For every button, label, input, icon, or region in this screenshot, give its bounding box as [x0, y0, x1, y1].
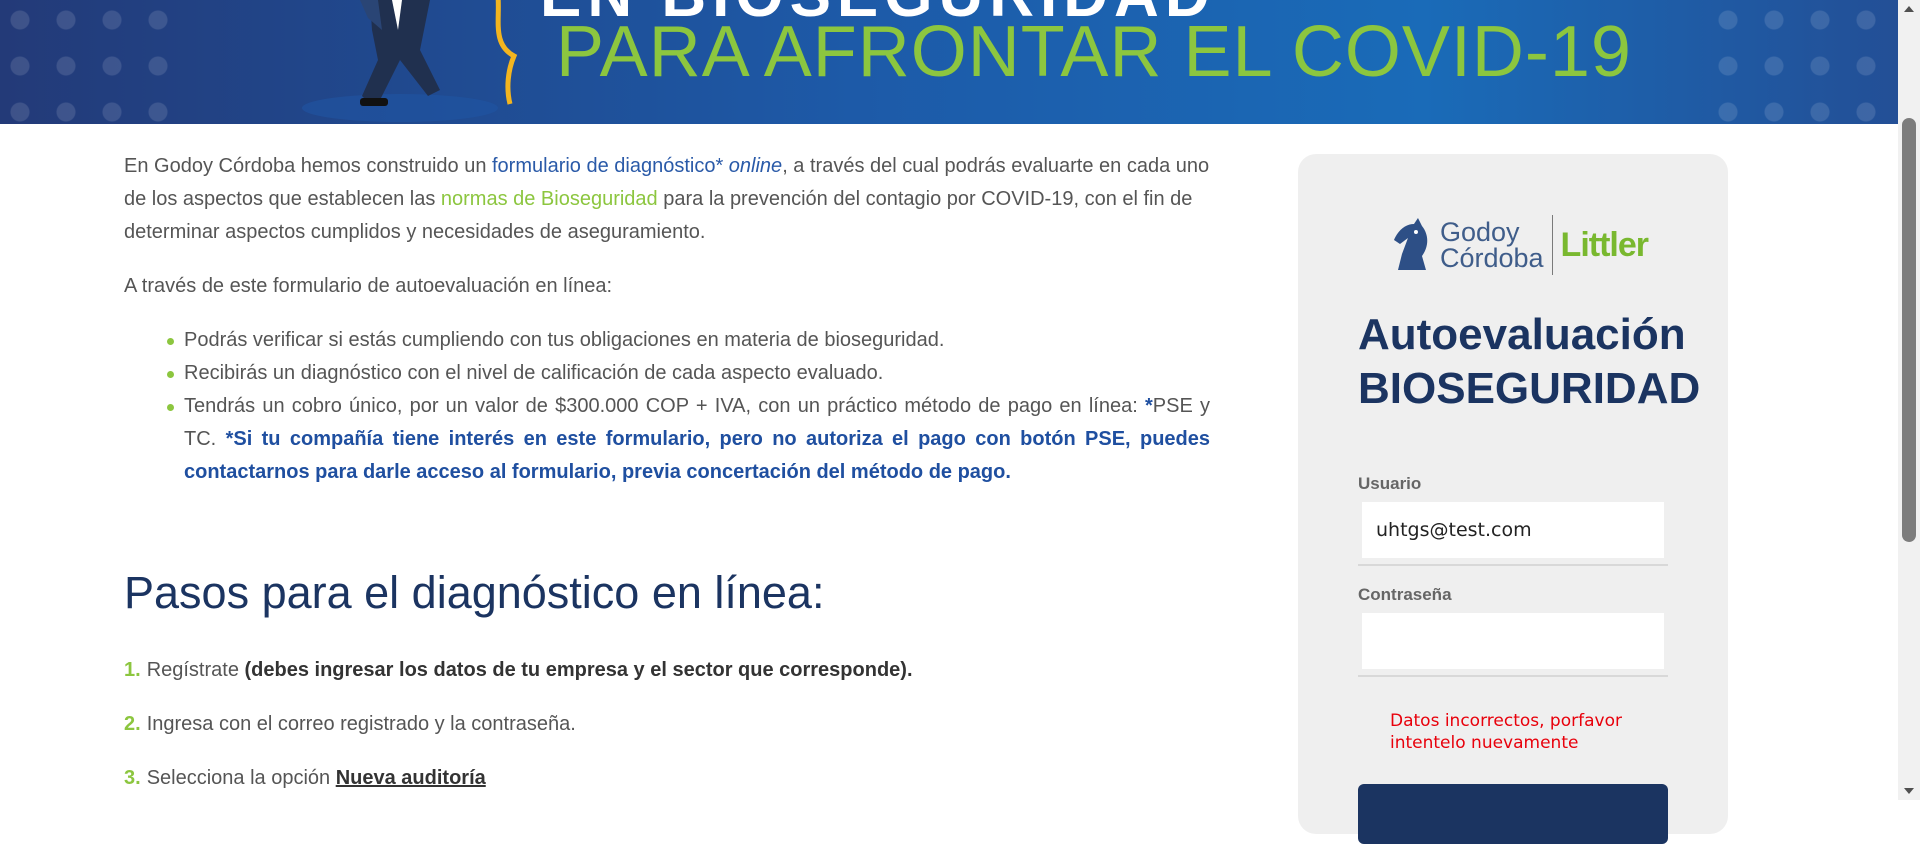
main-content: En Godoy Córdoba hemos construido un for… — [124, 150, 1210, 816]
diagnostic-form-link[interactable]: formulario de diagnóstico* online — [492, 155, 782, 177]
logo-divider — [1551, 215, 1553, 275]
login-button[interactable] — [1358, 784, 1668, 844]
scroll-up-arrow-icon[interactable] — [1904, 6, 1914, 12]
businessman-illustration — [302, 0, 518, 122]
step-number: 2. — [124, 713, 141, 735]
list-item: Recibirás un diagnóstico con el nivel de… — [167, 357, 1210, 390]
panel-title-line-2: BIOSEGURIDAD — [1358, 364, 1701, 413]
password-input[interactable] — [1362, 613, 1664, 669]
username-label: Usuario — [1358, 474, 1422, 493]
username-input[interactable] — [1362, 502, 1664, 558]
register-link[interactable]: Regístrate — [147, 659, 245, 681]
payment-text: Tendrás un cobro único, por un valor de … — [184, 395, 1145, 417]
panel-title: Autoevaluación BIOSEGURIDAD — [1358, 308, 1700, 416]
logo-line-1: Godoy — [1439, 217, 1520, 247]
payment-note: *Si tu compañía tiene interés en este fo… — [184, 428, 1211, 483]
step-bold-text: (debes ingresar los datos de tu empresa … — [244, 659, 913, 681]
password-label: Contraseña — [1358, 585, 1452, 604]
lead-text: A través de este formulario de autoevalu… — [124, 275, 613, 297]
new-audit-link[interactable]: Nueva auditoría — [336, 767, 486, 789]
company-logo: Godoy Córdoba Littler — [1388, 212, 1649, 278]
intro-text-1: En Godoy Córdoba hemos construido un — [124, 155, 492, 177]
step-number: 3. — [124, 767, 141, 789]
hero-banner: EN BIOSEGURIDAD PARA AFRONTAR EL COVID-1… — [0, 0, 1898, 124]
intro-paragraph: En Godoy Córdoba hemos construido un for… — [124, 150, 1210, 249]
error-message: Datos incorrectos, porfavor intentelo nu… — [1390, 711, 1622, 753]
list-item: 1. Regístrate (debes ingresar los datos d… — [124, 654, 1210, 687]
login-panel: Godoy Córdoba Littler Autoevaluación BIO… — [1298, 154, 1728, 844]
list-item: 3. Selecciona la opción Nueva auditoría — [124, 762, 1210, 795]
panel-title-line-1: Autoevaluación — [1358, 310, 1686, 359]
username-underline — [1358, 564, 1668, 566]
logo-godoy-cordoba: Godoy Córdoba — [1439, 217, 1544, 273]
step-text: Selecciona la opción — [146, 767, 336, 789]
logo-littler: Littler — [1560, 225, 1649, 264]
list-item: Podrás verificar si estás cumpliendo con… — [167, 324, 1210, 357]
steps-list: 1. Regístrate (debes ingresar los datos d… — [124, 654, 1210, 795]
password-underline — [1358, 675, 1668, 677]
list-item: 2. Ingresa con el correo registrado y la … — [124, 708, 1210, 741]
scrollbar-thumb[interactable] — [1902, 118, 1916, 542]
logo-line-2: Córdoba — [1439, 243, 1544, 273]
page-scrollbar[interactable] — [1898, 0, 1920, 800]
scroll-down-arrow-icon[interactable] — [1904, 788, 1914, 794]
step-number: 1. — [124, 659, 141, 681]
steps-title: Pasos para el diagnóstico en línea: — [124, 567, 825, 618]
benefits-list: Podrás verificar si estás cumpliendo con… — [124, 324, 1210, 489]
list-item: Tendrás un cobro único, por un valor de … — [167, 390, 1211, 489]
banner-headline: PARA AFRONTAR EL COVID-19 — [556, 12, 1632, 92]
banner-pattern-right — [1708, 0, 1898, 124]
banner-pattern-left — [0, 0, 190, 124]
payment-star: * — [1145, 395, 1153, 417]
biosecurity-norms-link[interactable]: normas de Bioseguridad — [441, 188, 658, 210]
chess-knight-icon — [1393, 218, 1428, 270]
step-text: Ingresa con el correo registrado y la co… — [146, 713, 576, 735]
